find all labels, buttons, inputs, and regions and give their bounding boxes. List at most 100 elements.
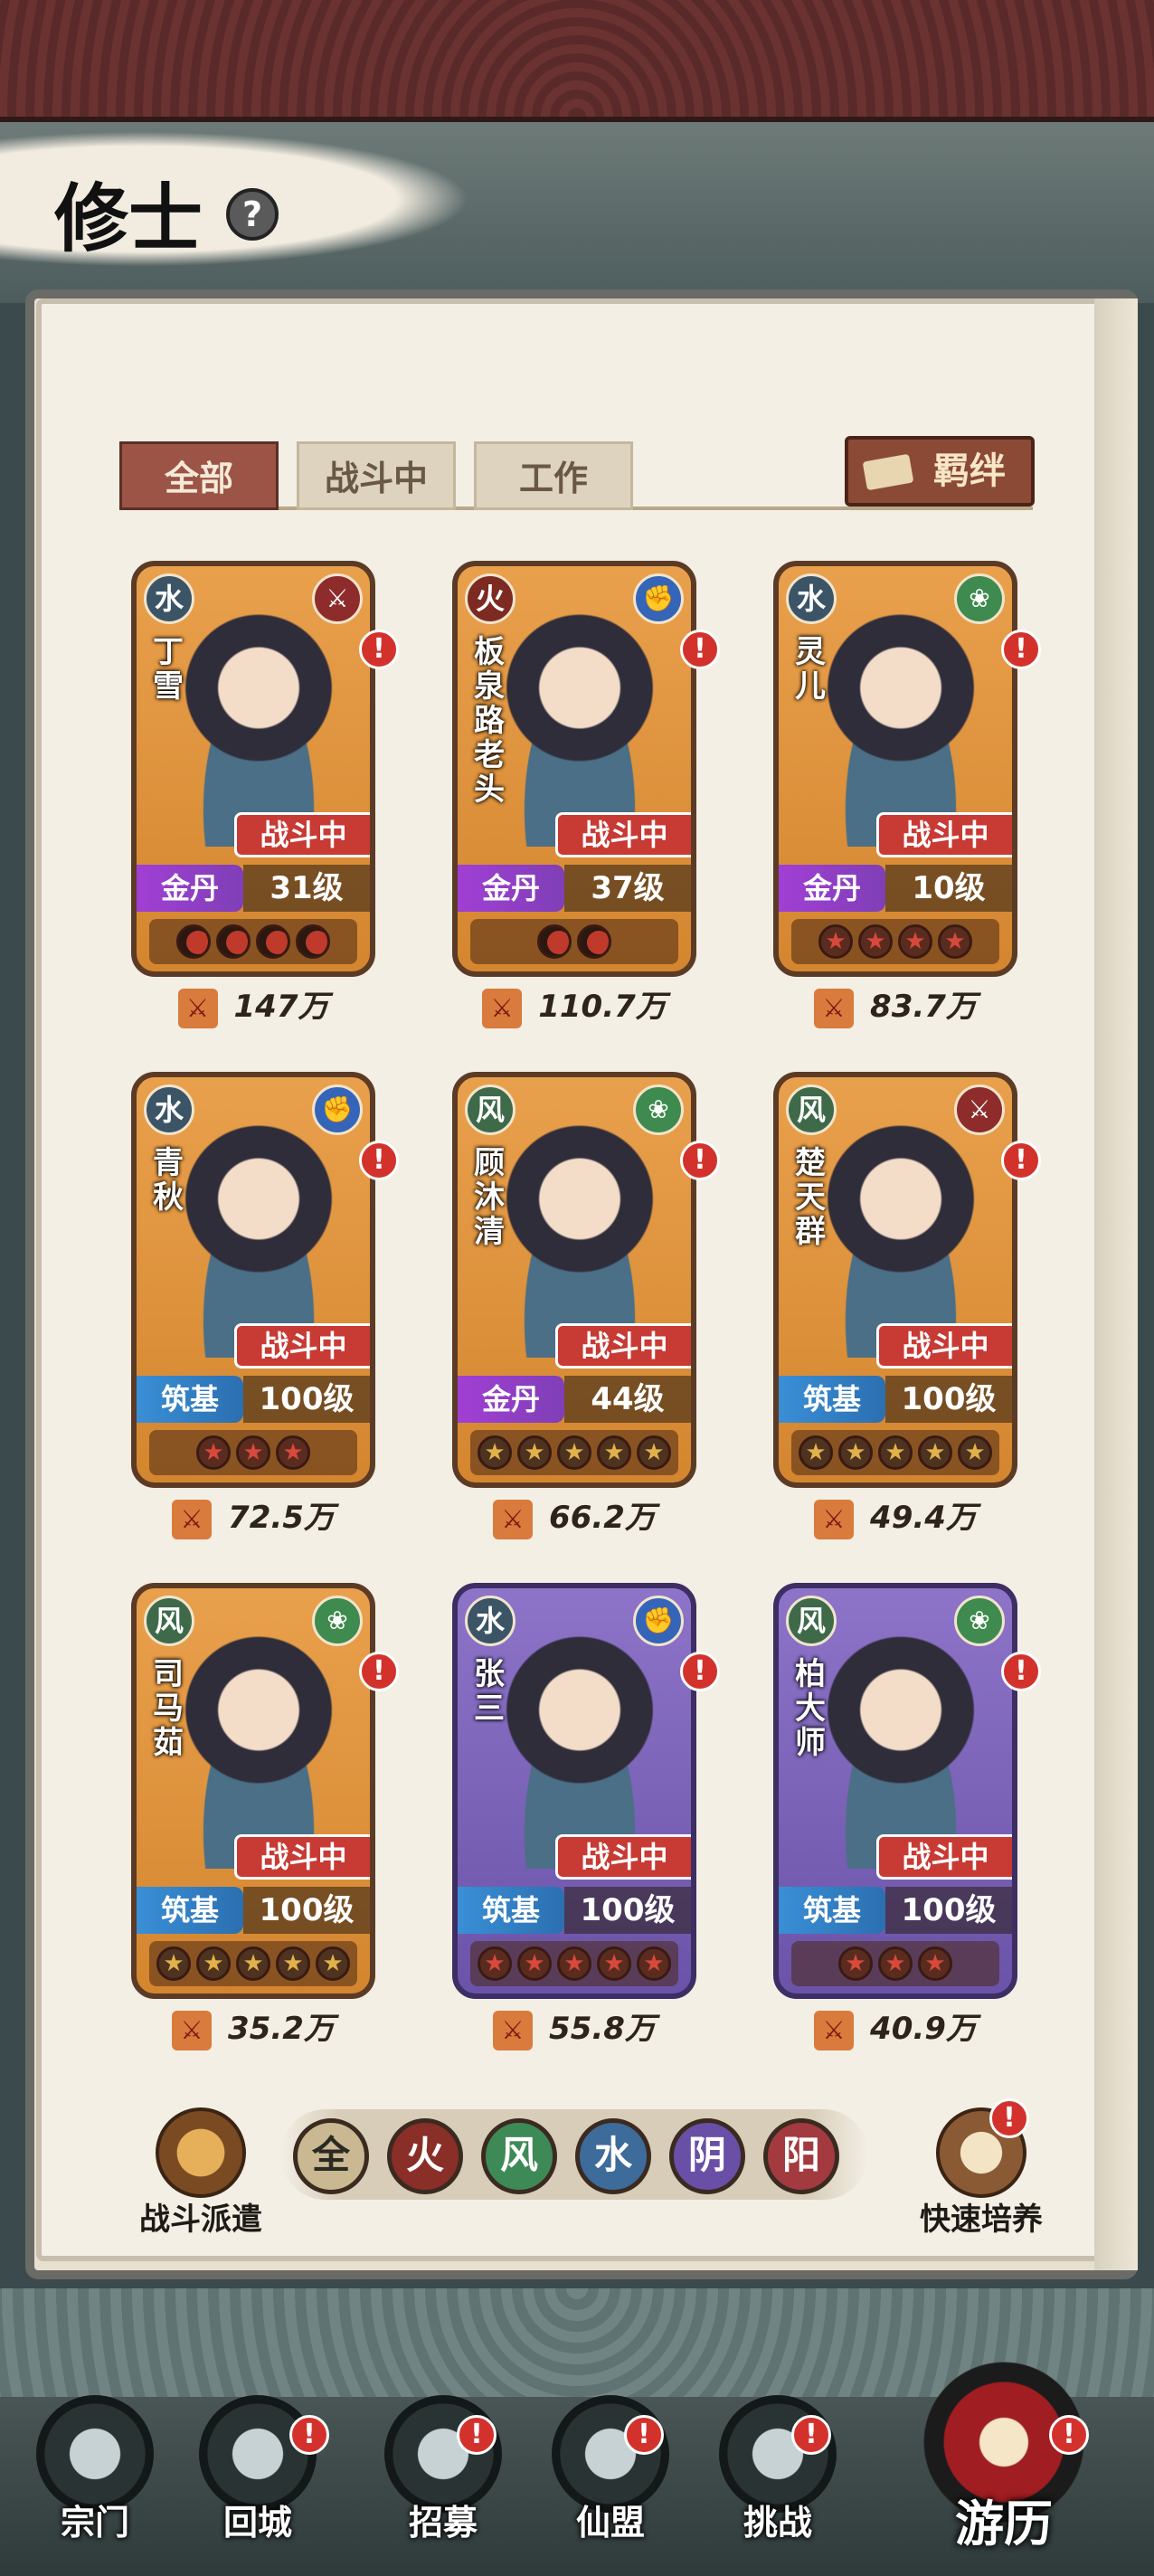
filter-yin[interactable]: 阴 bbox=[669, 2118, 745, 2194]
combat-power-value: 66.2万 bbox=[549, 1500, 656, 1536]
nav-sect[interactable]: 宗门 bbox=[27, 2395, 163, 2567]
bond-button[interactable]: 羁绊 bbox=[845, 436, 1035, 507]
card-alert-icon: ! bbox=[680, 630, 720, 669]
nav-travel-alert-icon: ! bbox=[1049, 2415, 1089, 2455]
star-icon: ★ bbox=[196, 1946, 231, 1981]
grade-row bbox=[149, 919, 357, 964]
top-decor-band bbox=[0, 0, 1154, 122]
nav-travel-label: 游历 bbox=[955, 2496, 1053, 2552]
status-badge: 战斗中 bbox=[234, 1323, 370, 1368]
status-badge: 战斗中 bbox=[876, 1323, 1012, 1368]
star-icon: ★ bbox=[938, 924, 972, 959]
element-badge: 水 bbox=[144, 1084, 194, 1135]
combat-power: ⚔ 35.2万 bbox=[131, 2003, 375, 2050]
level-label: 10级 bbox=[885, 865, 1012, 912]
battle-power-icon: ⚔ bbox=[493, 1499, 534, 1539]
cultivator-card[interactable]: 水 ❀ 灵儿 战斗中 金丹 10级 ★ ★ ★ ★ bbox=[773, 561, 1017, 977]
fist-icon: ✊ bbox=[633, 1596, 684, 1646]
quick-train-button[interactable]: 快速培养 bbox=[904, 2107, 1058, 2238]
cultivator-name: 司马茹 bbox=[153, 1656, 184, 1761]
nav-return-city-alert-icon: ! bbox=[289, 2415, 329, 2455]
star-icon: ★ bbox=[878, 1946, 913, 1981]
star-icon: ★ bbox=[316, 1946, 350, 1981]
moon-icon bbox=[537, 924, 572, 959]
sword-icon: ⚔ bbox=[954, 1084, 1005, 1135]
filter-fire[interactable]: 火 bbox=[387, 2118, 463, 2194]
grade-row: ★ ★ ★ bbox=[791, 1941, 999, 1986]
level-label: 31级 bbox=[243, 865, 370, 912]
element-badge: 风 bbox=[144, 1596, 194, 1646]
card-alert-icon: ! bbox=[1001, 630, 1041, 669]
cultivator-name: 青秋 bbox=[153, 1145, 184, 1216]
status-badge: 战斗中 bbox=[555, 1323, 691, 1368]
battle-power-icon: ⚔ bbox=[177, 988, 218, 1028]
cultivator-name: 柏大师 bbox=[795, 1656, 826, 1761]
nav-travel[interactable]: 游历 bbox=[868, 2361, 1140, 2576]
character-portrait bbox=[173, 1113, 345, 1358]
cultivator-card[interactable]: 风 ⚔ 楚天群 战斗中 筑基 100级 ★ ★ ★ ★ ★ bbox=[773, 1072, 1017, 1488]
element-filter-row: 全 火 风 水 阴 阳 bbox=[280, 2109, 868, 2200]
star-icon: ★ bbox=[818, 924, 853, 959]
realm-badge: 筑基 bbox=[137, 1887, 243, 1934]
nav-alliance-label: 仙盟 bbox=[575, 2503, 645, 2543]
fan-icon: ❀ bbox=[312, 1596, 363, 1646]
combat-power: ⚔ 55.8万 bbox=[452, 2003, 696, 2050]
cultivator-card[interactable]: 风 ❀ 柏大师 战斗中 筑基 100级 ★ ★ ★ bbox=[773, 1583, 1017, 1999]
fist-icon: ✊ bbox=[633, 573, 684, 624]
tab-work[interactable]: 工作 bbox=[474, 441, 633, 510]
cultivator-name: 丁雪 bbox=[153, 634, 184, 705]
nav-sect-label: 宗门 bbox=[60, 2503, 129, 2543]
level-label: 100级 bbox=[564, 1887, 691, 1934]
filter-wind[interactable]: 风 bbox=[481, 2118, 557, 2194]
realm-badge: 金丹 bbox=[458, 1376, 564, 1423]
grade-row: ★ ★ ★ bbox=[149, 1430, 357, 1475]
realm-badge: 金丹 bbox=[458, 865, 564, 912]
card-alert-icon: ! bbox=[680, 1652, 720, 1691]
cultivator-card[interactable]: 风 ❀ 司马茹 战斗中 筑基 100级 ★ ★ ★ ★ ★ bbox=[131, 1583, 375, 1999]
card-alert-icon: ! bbox=[1001, 1652, 1041, 1691]
combat-power-value: 72.5万 bbox=[228, 1500, 335, 1536]
star-icon: ★ bbox=[517, 1435, 552, 1470]
level-label: 37级 bbox=[564, 865, 691, 912]
cultivator-card[interactable]: 火 ✊ 板泉路老头 战斗中 金丹 37级 bbox=[452, 561, 696, 977]
character-portrait bbox=[494, 1113, 666, 1358]
dispatch-label: 战斗派遣 bbox=[139, 2202, 262, 2238]
combat-power: ⚔ 72.5万 bbox=[131, 1492, 375, 1539]
combat-power-value: 55.8万 bbox=[549, 2011, 656, 2047]
cultivator-card[interactable]: 水 ✊ 张三 战斗中 筑基 100级 ★ ★ ★ ★ ★ bbox=[452, 1583, 696, 1999]
tab-all[interactable]: 全部 bbox=[119, 441, 279, 510]
grade-row: ★ ★ ★ ★ bbox=[791, 919, 999, 964]
filter-water[interactable]: 水 bbox=[575, 2118, 651, 2194]
star-icon: ★ bbox=[517, 1946, 552, 1981]
element-badge: 风 bbox=[465, 1084, 516, 1135]
nav-recruit-alert-icon: ! bbox=[457, 2415, 497, 2455]
star-icon: ★ bbox=[637, 1946, 671, 1981]
book-edge bbox=[1094, 298, 1138, 2270]
star-icon: ★ bbox=[838, 1435, 873, 1470]
filter-yang[interactable]: 阳 bbox=[763, 2118, 839, 2194]
fist-icon: ✊ bbox=[312, 1084, 363, 1135]
filter-all[interactable]: 全 bbox=[293, 2118, 369, 2194]
help-icon[interactable]: ? bbox=[226, 188, 279, 241]
battle-power-icon: ⚔ bbox=[482, 988, 523, 1028]
cultivator-name: 板泉路老头 bbox=[474, 634, 505, 808]
element-badge: 风 bbox=[786, 1084, 837, 1135]
cultivator-card[interactable]: 风 ❀ 顾沐清 战斗中 金丹 44级 ★ ★ ★ ★ ★ bbox=[452, 1072, 696, 1488]
combat-power: ⚔ 49.4万 bbox=[773, 1492, 1017, 1539]
battle-dispatch-button[interactable]: 战斗派遣 bbox=[128, 2107, 273, 2238]
bond-button-label: 羁绊 bbox=[933, 450, 1006, 492]
status-badge: 战斗中 bbox=[876, 812, 1012, 857]
element-badge: 水 bbox=[144, 573, 194, 624]
star-icon: ★ bbox=[276, 1435, 310, 1470]
nav-return-city-label: 回城 bbox=[222, 2503, 292, 2543]
cultivator-name: 顾沐清 bbox=[474, 1145, 505, 1250]
quick-train-label: 快速培养 bbox=[920, 2202, 1043, 2238]
nav-recruit-label: 招募 bbox=[408, 2503, 478, 2543]
cultivator-card[interactable]: 水 ⚔ 丁雪 战斗中 金丹 31级 bbox=[131, 561, 375, 977]
combat-power: ⚔ 40.9万 bbox=[773, 2003, 1017, 2050]
tab-in-battle[interactable]: 战斗中 bbox=[297, 441, 456, 510]
battle-power-icon: ⚔ bbox=[814, 988, 855, 1028]
quick-train-alert-icon: ! bbox=[989, 2098, 1029, 2138]
cultivator-card[interactable]: 水 ✊ 青秋 战斗中 筑基 100级 ★ ★ ★ bbox=[131, 1072, 375, 1488]
level-label: 100级 bbox=[243, 1376, 370, 1423]
